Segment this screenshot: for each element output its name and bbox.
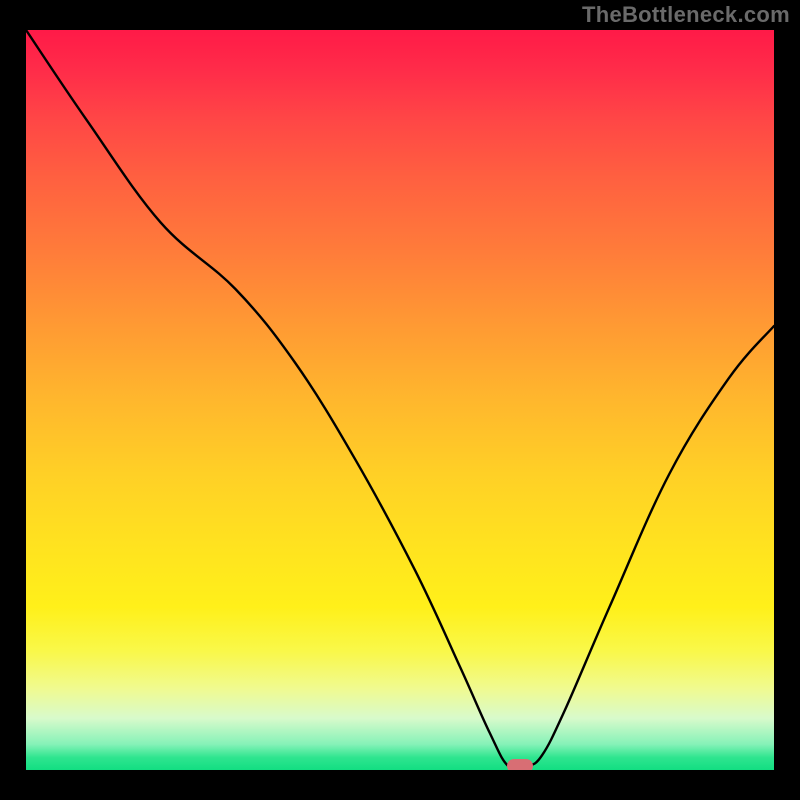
bottleneck-curve-path bbox=[26, 30, 774, 769]
chart-container: TheBottleneck.com bbox=[0, 0, 800, 800]
optimal-point-marker bbox=[507, 759, 533, 770]
watermark-text: TheBottleneck.com bbox=[582, 2, 790, 28]
plot-area bbox=[26, 30, 774, 770]
curve-svg bbox=[26, 30, 774, 770]
